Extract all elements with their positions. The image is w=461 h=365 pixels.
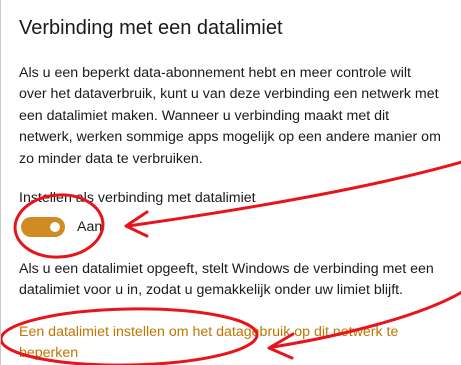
info-line: datalimiet voor u in, zodat u gemakkelij… — [19, 282, 404, 299]
description-text: Als u een beperkt data-abonnement hebt e… — [19, 63, 461, 170]
red-annotation-overlay — [1, 160, 461, 365]
set-data-limit-link[interactable]: Een datalimiet instellen om het datagebr… — [19, 322, 461, 364]
metered-connection-toggle[interactable] — [21, 217, 65, 237]
description-line: Als u een beperkt data-abonnement hebt e… — [19, 65, 411, 81]
description-line: netwerk, werken sommige apps mogelijk op… — [19, 129, 441, 146]
metered-toggle-label: Instellen als verbinding met datalimiet — [19, 190, 256, 206]
toggle-knob — [50, 222, 60, 232]
settings-panel: Verbinding met een datalimiet Als u een … — [0, 0, 461, 365]
link-line[interactable]: Een datalimiet instellen om het datagebr… — [19, 322, 461, 343]
toggle-state-label: Aan — [77, 219, 103, 235]
description-line: zo minder data te verbruiken. — [19, 150, 203, 167]
data-limit-info-text: Als u een datalimiet opgeeft, stelt Wind… — [19, 259, 461, 302]
description-line: een datalimiet maken. Wanneer u verbindi… — [19, 107, 390, 124]
info-line: Als u een datalimiet opgeeft, stelt Wind… — [19, 261, 434, 277]
page-title: Verbinding met een datalimiet — [19, 17, 283, 39]
description-line: over het dataverbruik, kunt u van deze v… — [19, 86, 439, 103]
link-line[interactable]: beperken — [19, 343, 461, 364]
annotation-arrow-toggle-head — [124, 210, 149, 238]
